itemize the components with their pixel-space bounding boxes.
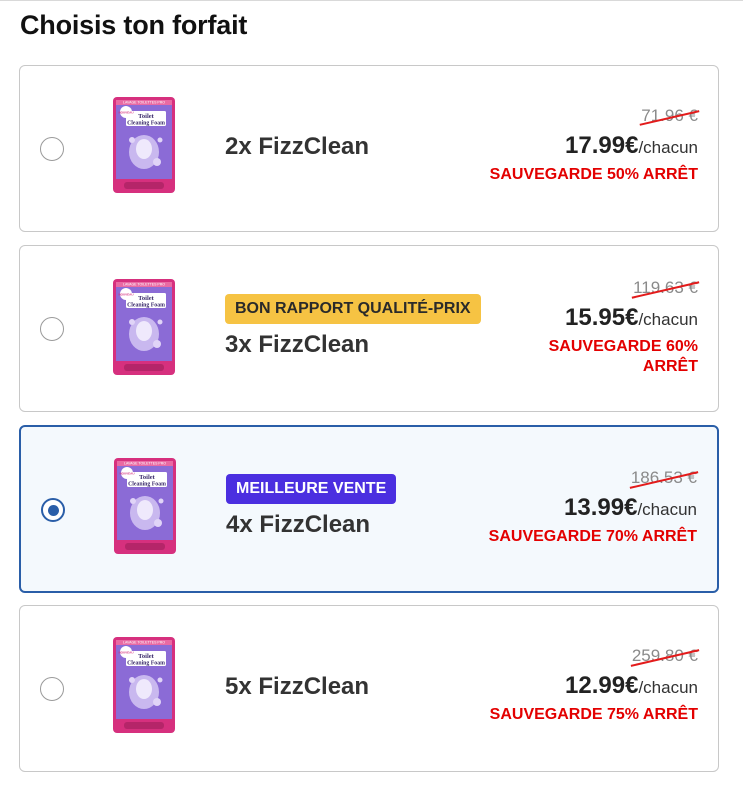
plan-option-5x[interactable]: LAVAGE TOILETTES PRO NOUVEAU Toilet Clea… (19, 605, 719, 772)
product-package-image: LAVAGE TOILETTES PRO NOUVEAU Toilet Clea… (113, 457, 177, 555)
unit-label: /chacun (638, 678, 698, 697)
product-image: LAVAGE TOILETTES PRO NOUVEAU Toilet Clea… (112, 96, 176, 194)
package-label-line1: Toilet (138, 653, 154, 660)
package-label-line2: Cleaning Foam (128, 482, 166, 488)
radio-selected-dot (47, 504, 59, 516)
product-image: LAVAGE TOILETTES PRO NOUVEAU Toilet Clea… (112, 636, 176, 734)
unit-label: /chacun (638, 138, 698, 157)
package-label-line1: Toilet (138, 113, 154, 120)
unit-price: 17.99€ (565, 132, 639, 159)
package-label-line1: Toilet (139, 474, 155, 481)
savings-text: SAUVEGARDE 70% ARRÊT (488, 528, 697, 545)
product-name: 3x FizzClean (225, 331, 370, 358)
savings-text: SAUVEGARDE 50% ARRÊT (489, 166, 698, 183)
product-image: LAVAGE TOILETTES PRO NOUVEAU Toilet Clea… (112, 278, 176, 376)
unit-price: 15.95€ (565, 304, 639, 331)
unit-label: /chacun (637, 500, 697, 519)
package-label-line2: Cleaning Foam (127, 661, 165, 667)
price-block: 71.96 € 17.99€/chacun SAUVEGARDE 50% ARR… (458, 106, 698, 185)
product-package-image: LAVAGE TOILETTES PRO NOUVEAU Toilet Clea… (112, 278, 176, 376)
package-label-line2: Cleaning Foam (127, 121, 165, 127)
package-corner-badge: NOUVEAU (118, 111, 133, 115)
page-title: Choisis ton forfait (20, 10, 248, 40)
top-divider (0, 0, 743, 1)
savings-text: SAUVEGARDE 75% ARRÊT (489, 706, 698, 723)
price-block: 186.53 € 13.99€/chacun SAUVEGARDE 70% AR… (457, 468, 697, 547)
original-price: 71.96 € (641, 106, 698, 125)
product-name: 5x FizzClean (225, 673, 370, 700)
value-badge: BON RAPPORT QUALITÉ-PRIX (225, 294, 481, 324)
price-block: 259.80 € 12.99€/chacun SAUVEGARDE 75% AR… (458, 646, 698, 725)
product-package-image: LAVAGE TOILETTES PRO NOUVEAU Toilet Clea… (112, 636, 176, 734)
plan-option-4x[interactable]: LAVAGE TOILETTES PRO NOUVEAU Toilet Clea… (19, 425, 719, 593)
package-corner-badge: NOUVEAU (118, 651, 133, 655)
savings-text: SAUVEGARDE 60% ARRÊT (548, 338, 698, 375)
radio-button[interactable] (40, 137, 64, 161)
radio-button[interactable] (41, 498, 65, 522)
package-label-line1: Toilet (138, 295, 154, 302)
price-block: 119.63 € 15.95€/chacun SAUVEGARDE 60% AR… (458, 278, 698, 377)
unit-label: /chacun (638, 310, 698, 329)
package-header-text: LAVAGE TOILETTES PRO (123, 283, 165, 287)
radio-button[interactable] (40, 317, 64, 341)
package-corner-badge: NOUVEAU (118, 293, 133, 297)
package-label-line2: Cleaning Foam (127, 303, 165, 309)
package-header-text: LAVAGE TOILETTES PRO (123, 641, 165, 645)
product-image: LAVAGE TOILETTES PRO NOUVEAU Toilet Clea… (113, 457, 177, 555)
plan-option-3x[interactable]: LAVAGE TOILETTES PRO NOUVEAU Toilet Clea… (19, 245, 719, 412)
unit-price: 12.99€ (565, 672, 639, 699)
unit-price: 13.99€ (564, 494, 638, 521)
plan-option-2x[interactable]: LAVAGE TOILETTES PRO NOUVEAU Toilet Clea… (19, 65, 719, 232)
radio-button[interactable] (40, 677, 64, 701)
package-header-text: LAVAGE TOILETTES PRO (123, 101, 165, 105)
product-name: 4x FizzClean (226, 511, 371, 538)
original-price: 259.80 € (631, 646, 698, 665)
bestseller-badge: MEILLEURE VENTE (226, 474, 397, 504)
original-price: 119.63 € (633, 278, 698, 297)
package-header-text: LAVAGE TOILETTES PRO (124, 462, 166, 466)
product-package-image: LAVAGE TOILETTES PRO NOUVEAU Toilet Clea… (112, 96, 176, 194)
original-price: 186.53 € (630, 468, 697, 487)
product-name: 2x FizzClean (225, 133, 370, 160)
package-corner-badge: NOUVEAU (119, 472, 134, 476)
